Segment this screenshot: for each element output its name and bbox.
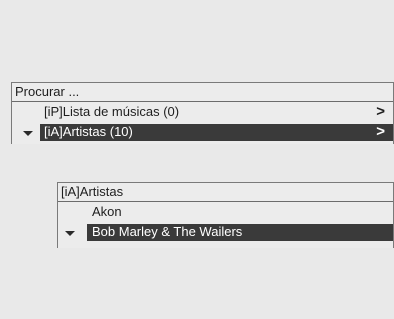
- search-menu-title: Procurar ...: [12, 83, 393, 102]
- artist-item-akon[interactable]: Akon: [58, 202, 393, 222]
- chevron-right-icon: >: [376, 103, 385, 120]
- search-menu-panel: Procurar ... [iP]Lista de músicas (0) > …: [11, 82, 394, 144]
- down-arrow-icon: [65, 231, 75, 236]
- artist-item-label: Bob Marley & The Wailers: [92, 224, 243, 239]
- menu-item-artists[interactable]: [iA]Artistas (10) >: [12, 122, 393, 142]
- artist-item-bob-marley[interactable]: Bob Marley & The Wailers: [58, 222, 393, 242]
- menu-item-playlists[interactable]: [iP]Lista de músicas (0) >: [12, 102, 393, 122]
- artist-list-panel: [iA]Artistas Akon Bob Marley & The Waile…: [57, 182, 394, 248]
- menu-item-label: [iA]Artistas (10): [44, 124, 133, 139]
- screen: Procurar ... [iP]Lista de músicas (0) > …: [0, 0, 394, 319]
- chevron-right-icon: >: [376, 123, 385, 140]
- artist-list-title: [iA]Artistas: [58, 183, 393, 202]
- menu-item-label: [iP]Lista de músicas (0): [44, 104, 180, 119]
- artist-item-label: Akon: [92, 204, 122, 219]
- down-arrow-icon: [23, 131, 33, 136]
